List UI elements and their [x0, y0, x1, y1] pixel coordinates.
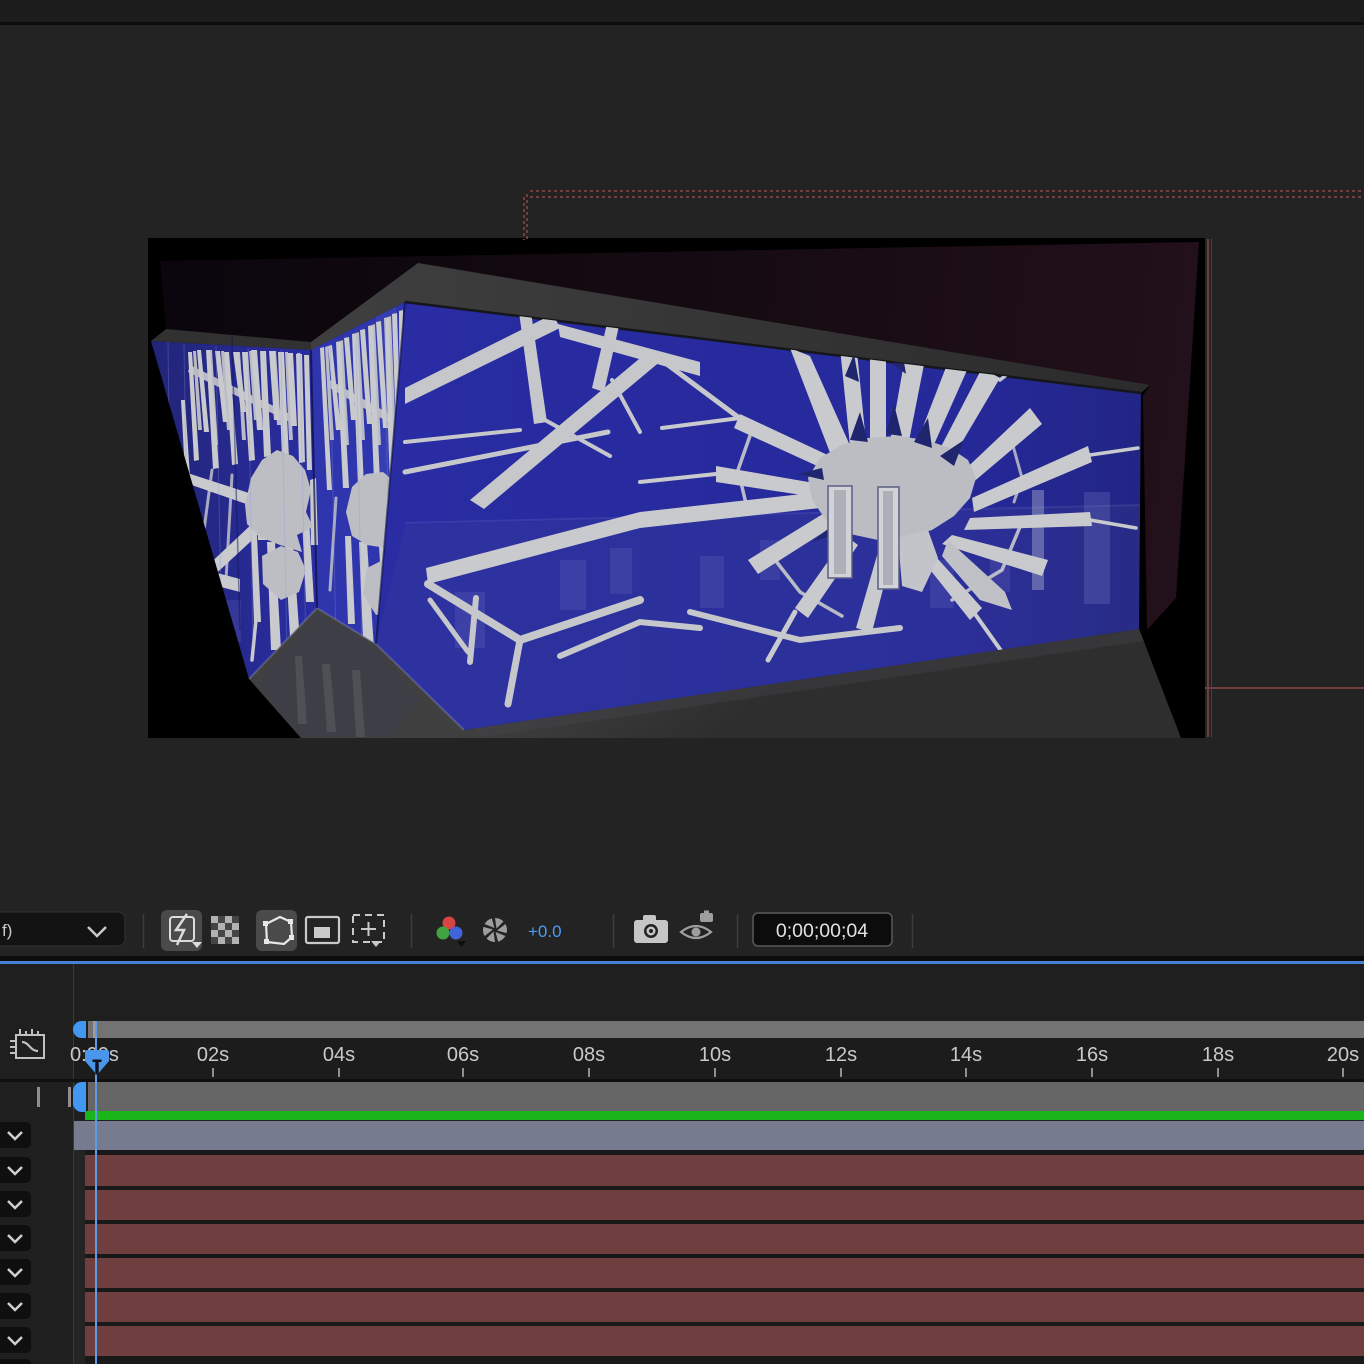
svg-text:+0.0: +0.0 — [528, 922, 562, 941]
svg-text:0;00;00;04: 0;00;00;04 — [776, 920, 868, 942]
svg-text:f): f) — [2, 921, 12, 940]
